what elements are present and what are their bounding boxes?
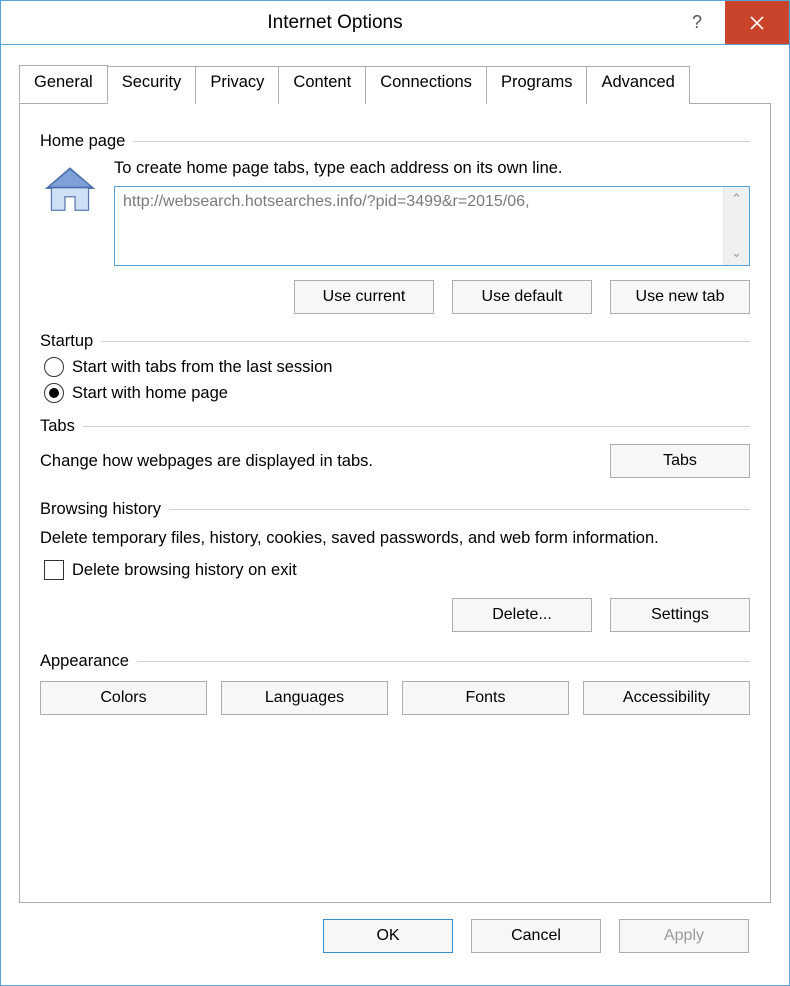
ok-button[interactable]: OK: [323, 919, 453, 953]
homepage-right: To create home page tabs, type each addr…: [114, 159, 750, 314]
settings-button[interactable]: Settings: [610, 598, 750, 632]
appearance-group-header: Appearance: [40, 652, 750, 671]
divider: [133, 141, 750, 142]
homepage-group-header: Home page: [40, 132, 750, 151]
tabs-button[interactable]: Tabs: [610, 444, 750, 478]
accessibility-button[interactable]: Accessibility: [583, 681, 750, 715]
divider: [169, 509, 750, 510]
tab-connections[interactable]: Connections: [365, 66, 487, 104]
homepage-desc: To create home page tabs, type each addr…: [114, 159, 750, 178]
homepage-row: To create home page tabs, type each addr…: [40, 159, 750, 314]
tabs-row: Change how webpages are displayed in tab…: [40, 444, 750, 478]
startup-group-header: Startup: [40, 332, 750, 351]
window-title: Internet Options: [1, 1, 669, 44]
tab-advanced[interactable]: Advanced: [586, 66, 689, 104]
homepage-label: Home page: [40, 132, 133, 151]
chevron-down-icon: ⌄: [731, 245, 742, 261]
tab-security[interactable]: Security: [107, 66, 197, 104]
appearance-label: Appearance: [40, 652, 137, 671]
radio-icon: [44, 383, 64, 403]
fonts-button[interactable]: Fonts: [402, 681, 569, 715]
tabs-desc: Change how webpages are displayed in tab…: [40, 452, 590, 471]
scrollbar[interactable]: ⌃ ⌄: [723, 187, 749, 265]
dialog-footer: OK Cancel Apply: [19, 903, 771, 973]
radio-home-page-label: Start with home page: [72, 384, 228, 403]
close-button[interactable]: [725, 1, 789, 44]
use-new-tab-button[interactable]: Use new tab: [610, 280, 750, 314]
divider: [137, 661, 750, 662]
home-icon: [40, 159, 100, 314]
divider: [83, 426, 750, 427]
tab-general[interactable]: General: [19, 65, 108, 103]
use-default-button[interactable]: Use default: [452, 280, 592, 314]
checkbox-icon: [44, 560, 64, 580]
titlebar: Internet Options ?: [1, 1, 789, 45]
tab-programs[interactable]: Programs: [486, 66, 588, 104]
tabstrip: General Security Privacy Content Connect…: [19, 65, 771, 103]
tabs-label: Tabs: [40, 417, 83, 436]
radio-last-session-label: Start with tabs from the last session: [72, 358, 332, 377]
startup-label: Startup: [40, 332, 101, 351]
use-current-button[interactable]: Use current: [294, 280, 434, 314]
homepage-url-input[interactable]: http://websearch.hotsearches.info/?pid=3…: [114, 186, 750, 266]
apply-button[interactable]: Apply: [619, 919, 749, 953]
delete-on-exit-label: Delete browsing history on exit: [72, 561, 297, 580]
history-group-header: Browsing history: [40, 500, 750, 519]
chevron-up-icon: ⌃: [731, 191, 742, 207]
homepage-buttons: Use current Use default Use new tab: [114, 280, 750, 314]
internet-options-window: Internet Options ? General Security Priv…: [0, 0, 790, 986]
tab-content[interactable]: Content: [278, 66, 366, 104]
colors-button[interactable]: Colors: [40, 681, 207, 715]
appearance-buttons: Colors Languages Fonts Accessibility: [40, 681, 750, 715]
divider: [101, 341, 750, 342]
client-area: General Security Privacy Content Connect…: [1, 45, 789, 985]
cancel-button[interactable]: Cancel: [471, 919, 601, 953]
languages-button[interactable]: Languages: [221, 681, 388, 715]
radio-last-session[interactable]: Start with tabs from the last session: [44, 357, 750, 377]
history-label: Browsing history: [40, 500, 169, 519]
tabs-group-header: Tabs: [40, 417, 750, 436]
delete-on-exit-checkbox[interactable]: Delete browsing history on exit: [44, 560, 750, 580]
close-icon: [749, 15, 765, 31]
radio-icon: [44, 357, 64, 377]
tab-privacy[interactable]: Privacy: [195, 66, 279, 104]
help-button[interactable]: ?: [669, 1, 725, 44]
history-desc: Delete temporary files, history, cookies…: [40, 527, 750, 550]
radio-home-page[interactable]: Start with home page: [44, 383, 750, 403]
history-buttons: Delete... Settings: [40, 598, 750, 632]
homepage-url-text: http://websearch.hotsearches.info/?pid=3…: [115, 187, 723, 265]
general-panel: Home page To create home page tabs, type…: [19, 103, 771, 903]
delete-button[interactable]: Delete...: [452, 598, 592, 632]
